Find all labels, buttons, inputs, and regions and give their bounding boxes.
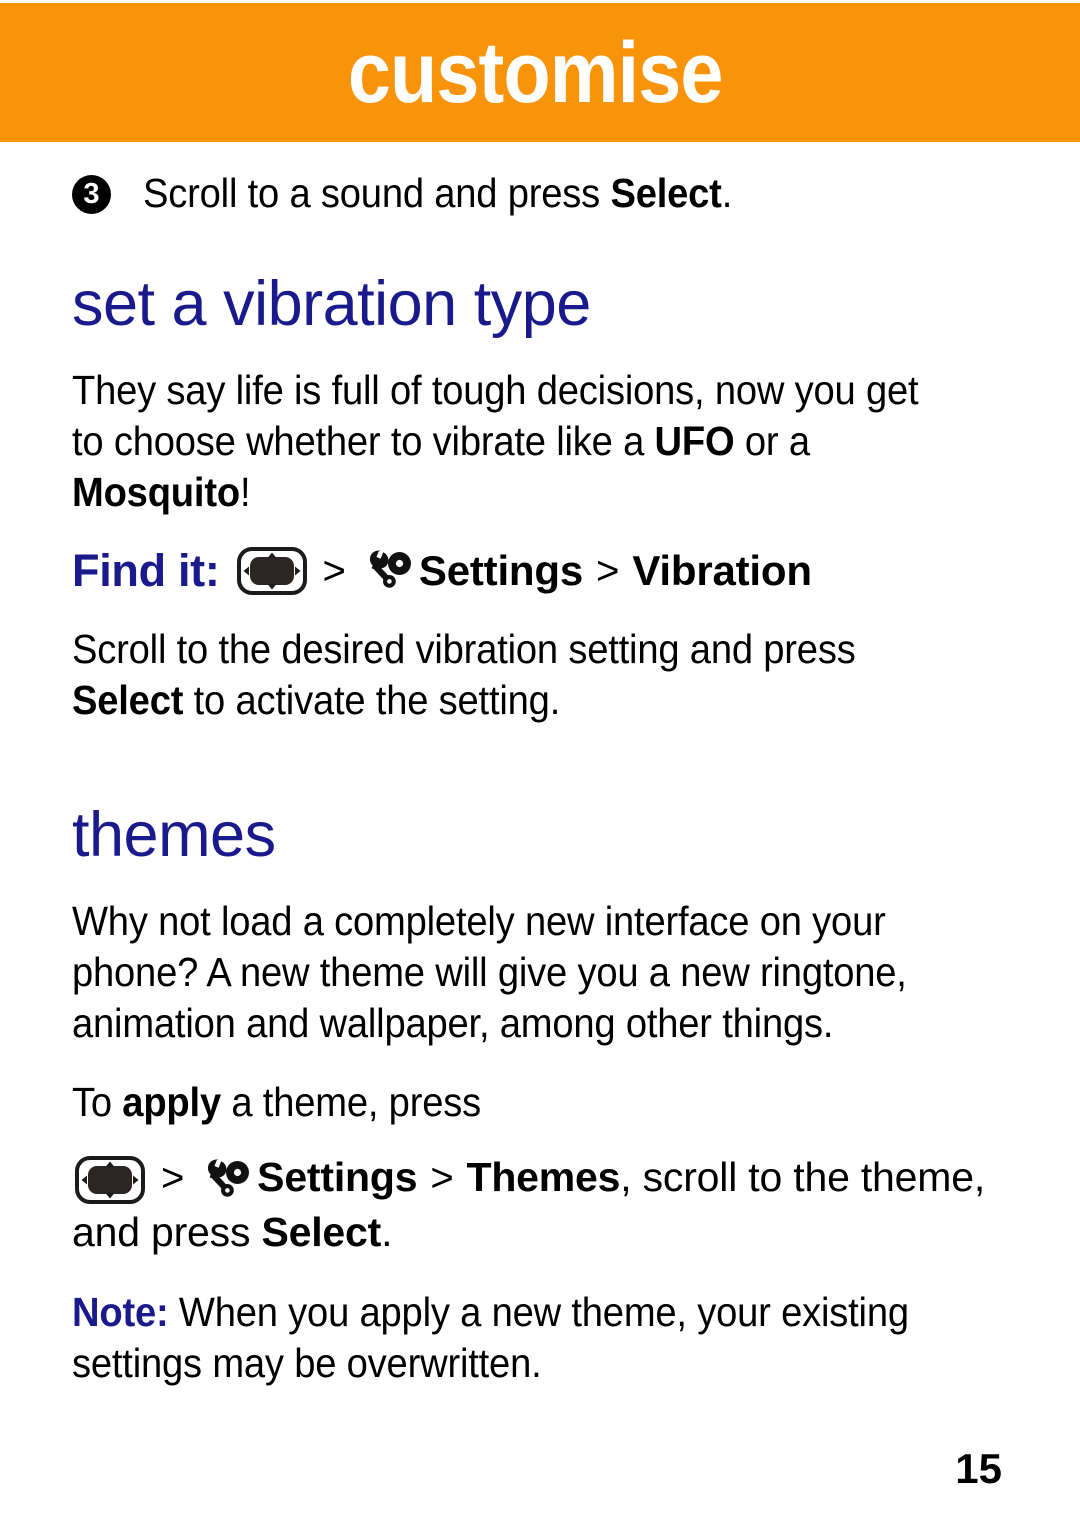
find-it-vibration-label: Vibration bbox=[632, 547, 812, 594]
vibration-instruction-a: Scroll to the desired vibration setting … bbox=[72, 626, 856, 672]
vibration-intro-ufo: UFO bbox=[654, 418, 735, 464]
themes-apply-lead: To apply a theme, press bbox=[72, 1077, 956, 1128]
path-chevron-icon-2: > bbox=[596, 549, 620, 593]
settings-wrench-gear-icon bbox=[199, 1155, 251, 1205]
themes-note: Note: When you apply a new theme, your e… bbox=[72, 1287, 956, 1389]
section-heading-vibration: set a vibration type bbox=[72, 269, 591, 339]
vibration-intro-c: ! bbox=[239, 469, 251, 515]
themes-intro-paragraph: Why not load a completely new interface … bbox=[72, 898, 907, 1046]
vibration-instruction-key: Select bbox=[72, 677, 184, 723]
themes-path-period: . bbox=[381, 1209, 393, 1256]
page-number: 15 bbox=[955, 1445, 1002, 1492]
find-it-label: Find it: bbox=[72, 545, 220, 596]
step-text-tail: . bbox=[721, 170, 733, 216]
path-chevron-icon-4: > bbox=[430, 1156, 454, 1200]
list-item: 3 Scroll to a sound and press Select. bbox=[72, 168, 1022, 219]
vibration-instruction-paragraph: Scroll to the desired vibration setting … bbox=[72, 624, 956, 726]
vibration-intro-paragraph: They say life is full of tough decisions… bbox=[72, 365, 956, 518]
page-title: customise bbox=[347, 24, 724, 121]
vibration-intro-mosquito: Mosquito bbox=[72, 469, 240, 515]
step-number-badge: 3 bbox=[72, 175, 111, 214]
themes-path-select: Select bbox=[261, 1209, 382, 1256]
note-text: When you apply a new theme, your existin… bbox=[72, 1289, 909, 1387]
themes-path-paragraph: > Settings > Themes, scroll to the theme, … bbox=[72, 1150, 1022, 1259]
themes-apply-a: To bbox=[72, 1079, 123, 1125]
page-body: 3 Scroll to a sound and press Select. se… bbox=[0, 142, 1080, 1532]
step-instruction-text: Scroll to a sound and press Select. bbox=[143, 168, 960, 219]
path-chevron-icon: > bbox=[322, 549, 346, 593]
section-heading-themes: themes bbox=[72, 800, 276, 870]
settings-wrench-gear-icon bbox=[361, 546, 413, 596]
vibration-intro-b: or a bbox=[734, 418, 810, 464]
themes-path-themes: Themes bbox=[466, 1154, 621, 1200]
content-column: 3 Scroll to a sound and press Select. se… bbox=[72, 142, 1022, 1389]
page-header-banner: customise bbox=[0, 3, 1080, 142]
themes-apply-bold: apply bbox=[122, 1079, 221, 1125]
vibration-instruction-b: to activate the setting. bbox=[183, 677, 561, 723]
themes-apply-b: a theme, press bbox=[220, 1079, 481, 1125]
find-it-path-vibration: Find it: > Settings > Vibration bbox=[72, 546, 1022, 596]
find-it-settings-label: Settings bbox=[418, 547, 583, 594]
dpad-key-icon bbox=[236, 546, 308, 596]
dpad-key-icon bbox=[74, 1155, 146, 1205]
themes-path-settings: Settings bbox=[257, 1154, 418, 1200]
note-label: Note: bbox=[72, 1289, 169, 1336]
step-text-key: Select bbox=[610, 170, 722, 216]
step-text-lead: Scroll to a sound and press bbox=[143, 170, 611, 216]
path-chevron-icon-3: > bbox=[161, 1156, 185, 1200]
